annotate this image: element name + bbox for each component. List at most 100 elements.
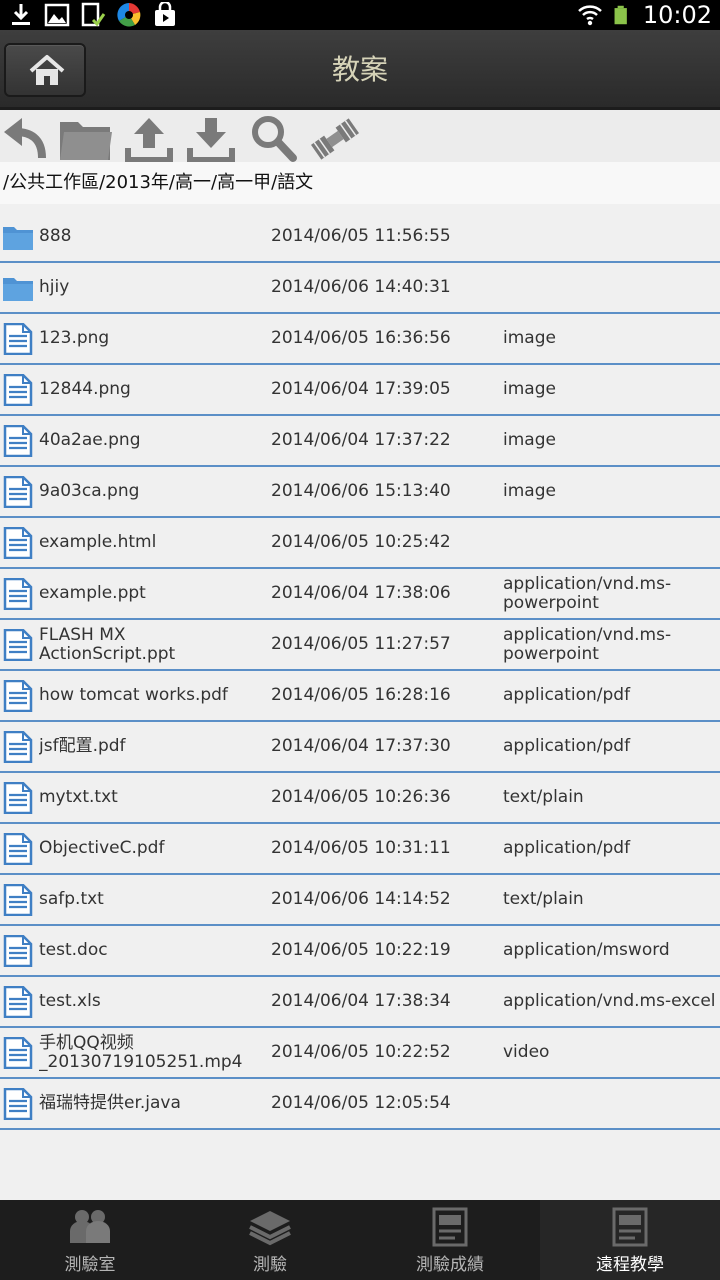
- file-type: application/vnd.ms-powerpoint: [503, 625, 672, 664]
- app-screen: 10:02 教案 /公共工作區/2013年/高一/高一甲/語文 888 2014…: [0, 0, 720, 1280]
- file-name: mytxt.txt: [39, 787, 118, 807]
- file-name: example.ppt: [39, 583, 146, 603]
- status-bar: 10:02: [0, 0, 720, 30]
- breadcrumb[interactable]: /公共工作區/2013年/高一/高一甲/語文: [0, 162, 720, 204]
- tab-2[interactable]: 測驗: [180, 1200, 360, 1280]
- file-type: text/plain: [503, 787, 584, 807]
- file-type: application/pdf: [503, 736, 631, 756]
- download-icon[interactable]: [186, 114, 236, 164]
- file-date: 2014/06/05 10:26:36: [271, 787, 451, 807]
- file-date: 2014/06/05 16:36:56: [271, 328, 451, 348]
- folder-icon: [3, 278, 33, 301]
- file-date: 2014/06/05 12:05:54: [271, 1093, 451, 1113]
- system-status: 10:02: [577, 0, 712, 30]
- file-date: 2014/06/04 17:38:34: [271, 991, 451, 1011]
- file-icon: [3, 731, 33, 763]
- file-type: application/vnd.ms-powerpoint: [503, 574, 672, 613]
- file-name: test.xls: [39, 991, 101, 1011]
- file-row[interactable]: 手机QQ视频_20130719105251.mp4 2014/06/05 10:2…: [0, 1028, 720, 1079]
- file-icon: [3, 833, 33, 865]
- file-date: 2014/06/04 17:37:30: [271, 736, 451, 756]
- file-row[interactable]: FLASH MX ActionScript.ppt 2014/06/05 11:2…: [0, 620, 720, 671]
- folder-row[interactable]: 888 2014/06/05 11:56:55: [0, 212, 720, 263]
- file-date: 2014/06/05 10:22:19: [271, 940, 451, 960]
- file-date: 2014/06/04 17:39:05: [271, 379, 451, 399]
- file-row[interactable]: safp.txt 2014/06/06 14:14:52 text/plain: [0, 875, 720, 926]
- tab-label: 測驗室: [64, 1255, 116, 1275]
- file-type: application/msword: [503, 940, 670, 960]
- file-name: jsf配置.pdf: [39, 736, 126, 756]
- download-icon: [12, 4, 30, 25]
- notification-icons: [8, 2, 178, 28]
- file-date: 2014/06/05 16:28:16: [271, 685, 451, 705]
- file-type: [503, 1079, 718, 1128]
- folder-row[interactable]: hjiy 2014/06/06 14:40:31: [0, 263, 720, 314]
- file-row[interactable]: 123.png 2014/06/05 16:36:56 image: [0, 314, 720, 365]
- file-date: 2014/06/06 14:14:52: [271, 889, 451, 909]
- file-row[interactable]: how tomcat works.pdf 2014/06/05 16:28:16 a…: [0, 671, 720, 722]
- tab-3[interactable]: 測驗成績: [360, 1200, 540, 1280]
- file-name: ObjectiveC.pdf: [39, 838, 165, 858]
- file-row[interactable]: test.xls 2014/06/04 17:38:34 application/v…: [0, 977, 720, 1028]
- file-type: application/pdf: [503, 838, 631, 858]
- file-date: 2014/06/06 14:40:31: [271, 277, 451, 297]
- search-icon[interactable]: [248, 114, 298, 164]
- file-name: 12844.png: [39, 379, 131, 399]
- file-list: 888 2014/06/05 11:56:55 hjiy 2014/06/06 14:…: [0, 212, 720, 1130]
- file-icon: [3, 884, 33, 916]
- file-icon: [3, 1037, 33, 1069]
- file-icon: [3, 782, 33, 814]
- image-icon: [44, 3, 70, 27]
- file-name: 123.png: [39, 328, 110, 348]
- satellite-icon[interactable]: [306, 114, 364, 164]
- file-icon: [3, 935, 33, 967]
- document-icon: [612, 1207, 648, 1247]
- file-icon: [3, 1088, 33, 1120]
- file-type: [503, 263, 718, 312]
- file-date: 2014/06/05 11:27:57: [271, 634, 451, 654]
- file-type: video: [503, 1042, 550, 1062]
- file-type: application/vnd.ms-excel: [503, 991, 716, 1011]
- file-row[interactable]: 12844.png 2014/06/04 17:39:05 image: [0, 365, 720, 416]
- file-date: 2014/06/05 10:31:11: [271, 838, 451, 858]
- document-icon: [432, 1207, 468, 1247]
- file-row[interactable]: 40a2ae.png 2014/06/04 17:37:22 image: [0, 416, 720, 467]
- file-type: image: [503, 379, 556, 399]
- file-name: example.html: [39, 532, 157, 552]
- file-row[interactable]: jsf配置.pdf 2014/06/04 17:37:30 application/…: [0, 722, 720, 773]
- file-icon: [3, 374, 33, 406]
- file-type: [503, 518, 718, 567]
- tab-label: 測驗: [253, 1255, 287, 1275]
- file-row[interactable]: example.html 2014/06/05 10:25:42: [0, 518, 720, 569]
- file-type: image: [503, 481, 556, 501]
- file-name: test.doc: [39, 940, 108, 960]
- upload-icon[interactable]: [124, 114, 174, 164]
- tab-1[interactable]: 測驗室: [0, 1200, 180, 1280]
- file-name: 福瑞特提供er.java: [39, 1093, 181, 1113]
- file-type: text/plain: [503, 889, 584, 909]
- file-type: application/pdf: [503, 685, 631, 705]
- back-icon[interactable]: [2, 114, 52, 164]
- file-date: 2014/06/05 11:56:55: [271, 226, 451, 246]
- file-row[interactable]: 9a03ca.png 2014/06/06 15:13:40 image: [0, 467, 720, 518]
- file-name: FLASH MX ActionScript.ppt: [39, 624, 176, 664]
- file-name: hjiy: [39, 277, 70, 297]
- app-logo-icon: [117, 3, 141, 27]
- file-name: 40a2ae.png: [39, 430, 141, 450]
- file-row[interactable]: example.ppt 2014/06/04 17:38:06 applicatio…: [0, 569, 720, 620]
- file-row[interactable]: mytxt.txt 2014/06/05 10:26:36 text/plain: [0, 773, 720, 824]
- file-toolbar: [0, 110, 720, 164]
- tab-4[interactable]: 遠程教學: [540, 1200, 720, 1280]
- file-icon: [3, 578, 33, 610]
- file-row[interactable]: test.doc 2014/06/05 10:22:19 application/m…: [0, 926, 720, 977]
- file-row[interactable]: ObjectiveC.pdf 2014/06/05 10:31:11 applica…: [0, 824, 720, 875]
- file-name: safp.txt: [39, 889, 104, 909]
- folder-icon[interactable]: [58, 114, 114, 164]
- file-row[interactable]: 福瑞特提供er.java 2014/06/05 12:05:54: [0, 1079, 720, 1130]
- bottom-navigation: 測驗室 測驗 測驗成績 遠程教學: [0, 1200, 720, 1280]
- wifi-icon: [577, 5, 602, 26]
- file-name: how tomcat works.pdf: [39, 685, 228, 705]
- tab-label: 測驗成績: [416, 1255, 484, 1275]
- page-title: 教案: [331, 53, 388, 86]
- file-icon: [3, 680, 33, 712]
